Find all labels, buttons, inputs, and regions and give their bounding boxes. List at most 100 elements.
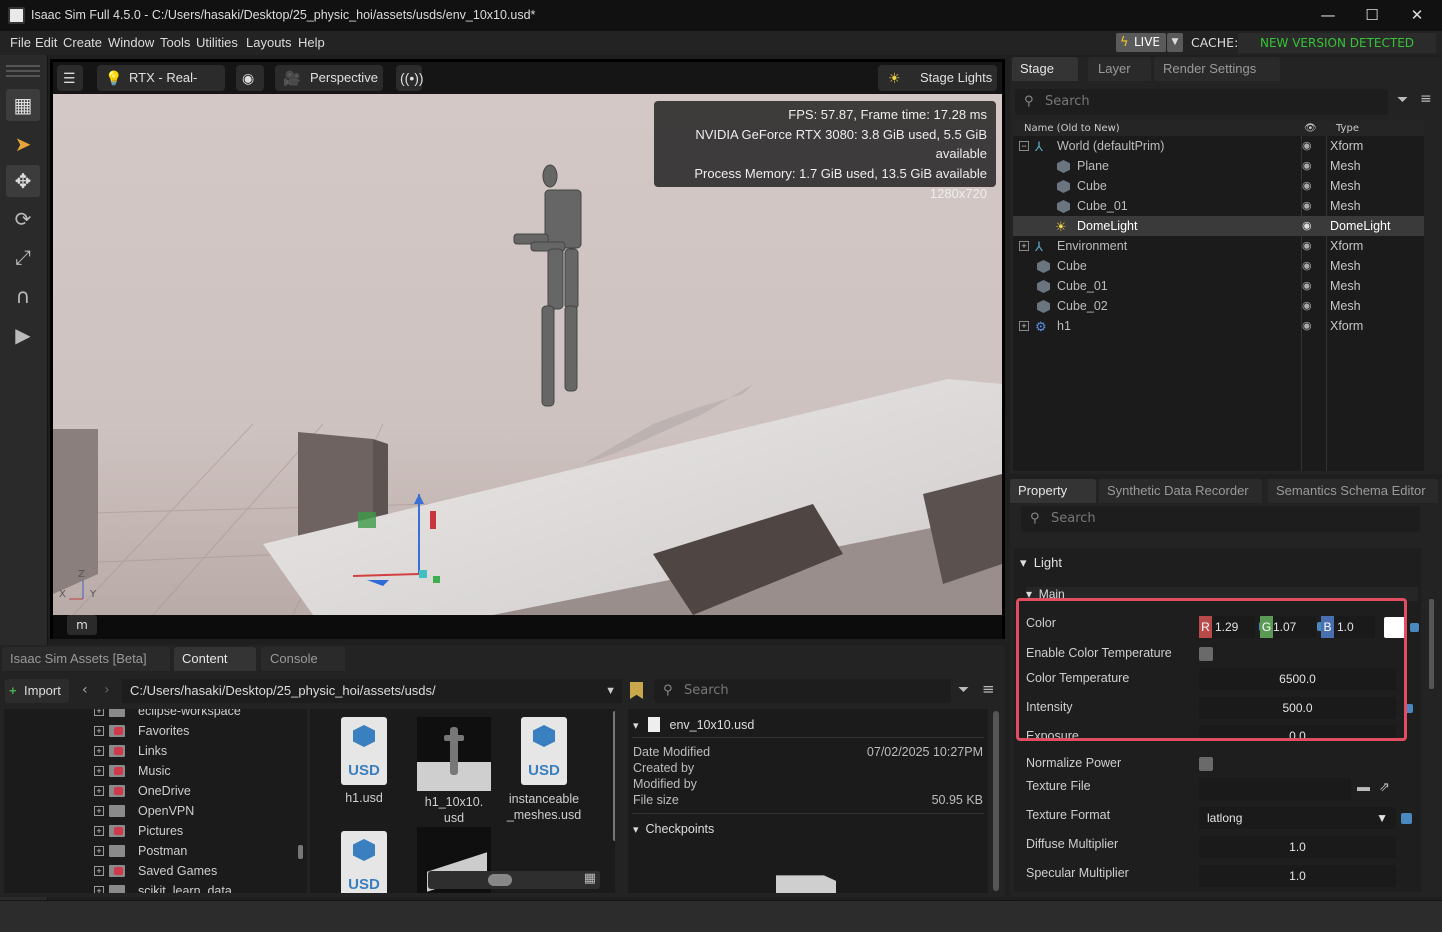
eye-icon[interactable]: ◉ <box>1302 216 1312 236</box>
detail-scrollbar[interactable] <box>993 711 999 891</box>
tree-row-cube-01-root[interactable]: Cube_01 ◉ Mesh <box>1013 276 1424 296</box>
tab-semantics-schema-editor[interactable]: Semantics Schema Editor <box>1268 479 1438 503</box>
content-panel: Isaac Sim Assets [Beta] Content Console … <box>0 645 1005 897</box>
pointer-icon[interactable]: ➤ <box>6 128 40 160</box>
file-h1-usd[interactable]: USD h1.usd <box>322 717 406 805</box>
eye-icon[interactable]: ◉ <box>1302 236 1312 256</box>
col-type-header[interactable]: Type <box>1336 121 1359 136</box>
eye-icon[interactable]: ◉ <box>1302 256 1312 276</box>
hamburger-menu-icon[interactable]: ≡ <box>1420 91 1432 107</box>
tree-row-cube-02[interactable]: Cube_02 ◉ Mesh <box>1013 296 1424 316</box>
grid-view-icon[interactable]: ▦ <box>584 871 596 886</box>
tree-row-cube[interactable]: Cube ◉ Mesh <box>1013 176 1424 196</box>
tab-content[interactable]: Content <box>174 647 256 671</box>
tree-row-domelight[interactable]: ☀ DomeLight ◉ DomeLight <box>1013 216 1424 236</box>
tree-row-world[interactable]: − ⅄ World (defaultPrim) ◉ Xform <box>1013 136 1424 156</box>
file-usd-partial[interactable]: USD <box>322 831 406 893</box>
bookmark-icon[interactable] <box>630 682 643 699</box>
cache-status[interactable]: NEW VERSION DETECTED <box>1238 33 1436 53</box>
thumbnail-size-slider[interactable]: ▦ <box>428 871 600 889</box>
camera-button[interactable]: 🎥 Perspective <box>275 65 383 91</box>
eye-icon[interactable]: ◉ <box>236 65 264 91</box>
property-search-input[interactable]: ⚲ Search <box>1021 506 1420 532</box>
grid-scrollbar[interactable] <box>613 711 615 841</box>
menu-utilities[interactable]: Utilities <box>196 35 238 50</box>
select-mode-icon[interactable]: ▦ <box>6 89 40 121</box>
tab-render-settings[interactable]: Render Settings <box>1154 57 1280 81</box>
tab-property[interactable]: Property <box>1010 479 1096 503</box>
tree-row-cube-root[interactable]: Cube ◉ Mesh <box>1013 256 1424 276</box>
maximize-button[interactable]: ☐ <box>1349 4 1395 26</box>
minimize-button[interactable]: — <box>1305 4 1351 26</box>
section-light[interactable]: ▾ Light <box>1020 555 1062 571</box>
slider-handle[interactable] <box>488 874 512 886</box>
property-scrollbar[interactable] <box>1429 599 1434 689</box>
detail-filename[interactable]: ▾ env_10x10.usd <box>633 717 983 732</box>
eye-icon[interactable]: ◉ <box>1302 176 1312 196</box>
tree-row-environment[interactable]: + ⅄ Environment ◉ Xform <box>1013 236 1424 256</box>
tab-stage[interactable]: Stage <box>1012 57 1078 81</box>
live-button[interactable]: ϟ LIVE <box>1116 33 1166 52</box>
folder-icon[interactable]: ▬ <box>1357 779 1370 794</box>
hamburger-menu-icon[interactable]: ≡ <box>982 680 995 698</box>
specular-multiplier-field[interactable]: 1.0 <box>1199 865 1396 887</box>
tree-row-cube-01[interactable]: Cube_01 ◉ Mesh <box>1013 196 1424 216</box>
menu-help[interactable]: Help <box>298 35 325 50</box>
tab-isaac-sim-assets[interactable]: Isaac Sim Assets [Beta] <box>2 647 170 671</box>
rotate-icon[interactable]: ⟳ <box>6 203 40 235</box>
menu-tools[interactable]: Tools <box>160 35 190 50</box>
menu-layouts[interactable]: Layouts <box>246 35 292 50</box>
move-icon[interactable]: ✥ <box>6 165 40 197</box>
override-indicator[interactable] <box>1401 813 1412 824</box>
mesh-icon <box>1037 280 1050 293</box>
col-name-header[interactable]: Name (Old to New) <box>1024 121 1120 136</box>
tab-layer[interactable]: Layer <box>1088 57 1151 81</box>
texture-format-select[interactable]: latlong ▼ <box>1199 807 1396 829</box>
menu-window[interactable]: Window <box>108 35 154 50</box>
path-field[interactable]: C:/Users/hasaki/Desktop/25_physic_hoi/as… <box>122 679 622 703</box>
tab-console[interactable]: Console <box>261 647 345 671</box>
tree-row-plane[interactable]: Plane ◉ Mesh <box>1013 156 1424 176</box>
collapse-icon[interactable]: − <box>1019 141 1029 151</box>
eye-icon[interactable]: ◉ <box>1302 196 1312 216</box>
play-icon[interactable]: ▶ <box>6 319 40 351</box>
mode-chip[interactable]: m <box>67 615 97 635</box>
texture-file-field[interactable] <box>1199 778 1351 800</box>
forward-arrow-icon[interactable]: › <box>104 682 110 698</box>
folder-scrollbar[interactable] <box>298 845 303 859</box>
tree-row-h1[interactable]: + ⚙ h1 ◉ Xform <box>1013 316 1424 336</box>
normalize-power-checkbox[interactable] <box>1199 757 1213 771</box>
filter-icon[interactable]: ⏷ <box>958 682 969 698</box>
scale-icon[interactable]: ⤢ <box>6 241 40 273</box>
expand-icon[interactable]: + <box>1019 241 1029 251</box>
import-button[interactable]: + Import <box>5 679 69 703</box>
menu-create[interactable]: Create <box>63 35 102 50</box>
broadcast-icon[interactable]: ((•)) <box>396 65 424 91</box>
file-instanceable-meshes-usd[interactable]: USD instanceable _meshes.usd <box>502 717 586 823</box>
diffuse-multiplier-field[interactable]: 1.0 <box>1199 836 1396 858</box>
file-h1-10x10-usd[interactable]: h1_10x10. usd <box>412 717 496 826</box>
expand-icon[interactable]: + <box>1019 321 1029 331</box>
chevron-down-icon[interactable]: ▼ <box>605 679 616 703</box>
detail-checkpoints[interactable]: ▾ Checkpoints <box>633 822 983 836</box>
stage-lights-button[interactable]: ☀ Stage Lights <box>878 65 997 91</box>
snap-magnet-icon[interactable]: ∩ <box>6 280 40 312</box>
menu-file[interactable]: File <box>10 35 31 50</box>
override-indicator[interactable] <box>1410 623 1419 632</box>
close-button[interactable]: ✕ <box>1394 4 1440 26</box>
stage-search-input[interactable]: ⚲ Search <box>1015 89 1388 115</box>
settings-sliders-icon[interactable]: ☰ <box>57 65 83 91</box>
filter-icon[interactable]: ⏷ <box>1397 92 1408 108</box>
open-external-icon[interactable]: ⇗ <box>1379 779 1390 795</box>
renderer-button[interactable]: 💡 RTX - Real-Time <box>97 65 225 111</box>
content-search-input[interactable]: ⚲ Search <box>654 679 951 703</box>
tab-synthetic-data-recorder[interactable]: Synthetic Data Recorder <box>1099 479 1262 503</box>
eye-icon[interactable]: ◉ <box>1302 276 1312 296</box>
eye-icon[interactable]: ◉ <box>1302 296 1312 316</box>
eye-icon[interactable]: ◉ <box>1302 316 1312 336</box>
eye-icon[interactable]: ◉ <box>1302 156 1312 176</box>
back-arrow-icon[interactable]: ‹ <box>82 682 88 698</box>
chevron-down-icon[interactable]: ▼ <box>1167 33 1183 52</box>
menu-edit[interactable]: Edit <box>35 35 57 50</box>
eye-icon[interactable]: ◉ <box>1302 136 1312 156</box>
